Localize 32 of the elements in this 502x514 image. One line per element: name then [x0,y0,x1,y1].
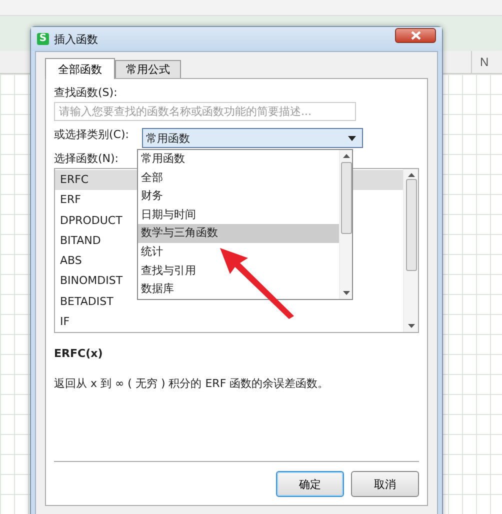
tab[interactable]: 常用公式 [115,60,181,78]
dropdown-option[interactable]: 统计 [138,242,339,262]
dropdown-option[interactable]: 数学与三角函数 [138,224,339,243]
function-item[interactable]: IF [55,312,403,332]
search-field[interactable]: 请输入您要查找的函数名称或函数功能的简要描述... [54,102,356,121]
dropdown-option[interactable]: 全部 [138,168,339,188]
ok-button[interactable]: 确定 [276,471,344,497]
function-description: 返回从 x 到 ∞ ( 无穷 ) 积分的 ERF 函数的余误差函数。 [54,376,330,392]
dropdown-arrow-icon [348,136,356,140]
column-header[interactable]: N [471,51,502,73]
category-dropdown[interactable]: 常用函数 [142,128,363,148]
scroll-down-icon[interactable] [342,291,350,295]
dropdown-option[interactable]: 查找与引用 [138,262,339,280]
dropdown-option[interactable]: 日期与时间 [138,206,339,224]
app-icon: S [37,33,49,45]
function-list-label: 选择函数(N): [54,151,119,167]
scrollbar[interactable] [339,150,352,299]
cancel-button[interactable]: 取消 [351,471,419,497]
category-label: 或选择类别(C): [54,127,130,143]
scroll-up-icon[interactable] [342,154,350,158]
tab[interactable]: 全部函数 [45,58,115,79]
scroll-down-icon[interactable] [408,324,414,328]
scroll-up-icon[interactable] [408,173,414,177]
dropdown-option[interactable]: 财务 [138,187,339,206]
dropdown-option[interactable]: 数据库 [138,280,339,299]
search-label: 查找函数(S): [54,85,118,101]
function-signature: ERFC(x) [54,346,104,362]
scrollbar[interactable] [403,169,418,332]
dropdown-option[interactable]: 常用函数 [138,150,339,169]
close-button[interactable] [395,28,436,42]
window-title: 插入函数 [54,32,99,46]
close-icon [410,30,420,40]
